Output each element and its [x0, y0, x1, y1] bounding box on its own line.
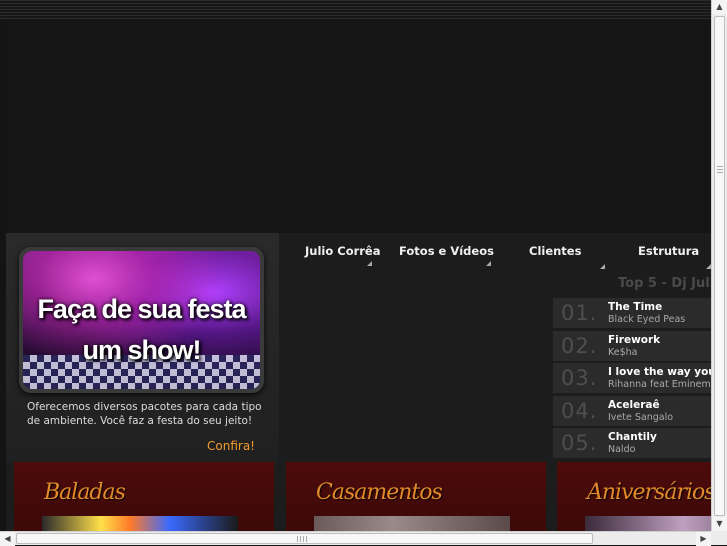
- header-stripes: [0, 0, 711, 20]
- category-baladas[interactable]: Baladas: [14, 462, 274, 531]
- track-artist: Black Eyed Peas: [608, 314, 686, 325]
- main-nav: Julio Corrêa Fotos e Vídeos Clientes Est…: [286, 233, 711, 273]
- category-casamentos[interactable]: Casamentos: [286, 462, 546, 531]
- main-content: Faça de sua festa um show! Oferecemos di…: [6, 233, 711, 531]
- track-artist: Ke$ha: [608, 346, 638, 358]
- nav-arrow-icon: [486, 261, 491, 266]
- track-number: 01.: [561, 301, 598, 325]
- nav-item-clientes[interactable]: Clientes: [529, 244, 581, 258]
- category-thumbnail: [585, 516, 711, 531]
- track-artist: Naldo: [608, 444, 636, 455]
- promo-banner[interactable]: Faça de sua festa um show!: [19, 247, 264, 393]
- track-item[interactable]: 01. The Time Black Eyed Peas: [553, 298, 711, 328]
- track-item[interactable]: 04. Acelerаê Ivete Sangalo: [553, 395, 711, 426]
- track-artist: Rihanna feat Eminem: [608, 379, 711, 390]
- promo-description: Oferecemos diversos pacotes para cada ti…: [27, 401, 262, 427]
- promo-headline: Faça de sua festa um show!: [23, 289, 260, 371]
- scroll-down-icon[interactable]: ▼: [712, 517, 727, 531]
- top5-list: 01. The Time Black Eyed Peas 02. Firewor…: [553, 298, 711, 461]
- track-item[interactable]: 03. I love the way you lie Rihanna feat …: [553, 363, 711, 393]
- nav-item-julio-correa[interactable]: Julio Corrêa: [305, 244, 381, 258]
- track-title: The Time: [608, 301, 663, 313]
- track-title: Firework: [608, 333, 661, 346]
- confira-link[interactable]: Confira!: [207, 439, 255, 453]
- track-item[interactable]: 02. Firework Ke$ha: [553, 330, 711, 361]
- scroll-up-icon[interactable]: ▲: [712, 0, 727, 14]
- category-title: Baladas: [44, 480, 126, 505]
- top5-title: Top 5 - Dj Julio: [618, 276, 711, 291]
- promo-headline-line2: um show!: [82, 335, 202, 365]
- track-item[interactable]: 05. Chantily Naldo: [553, 428, 711, 458]
- track-number: 05.: [561, 431, 598, 455]
- category-title: Aniversários: [587, 480, 711, 505]
- horizontal-scroll-thumb[interactable]: [16, 533, 593, 544]
- nav-arrow-icon: [367, 261, 372, 266]
- category-title: Casamentos: [316, 480, 443, 505]
- track-number: 03.: [561, 366, 598, 390]
- track-title: Acelerаê: [608, 398, 660, 411]
- grip-icon: [297, 536, 307, 542]
- category-thumbnail: [314, 516, 510, 531]
- scroll-right-icon[interactable]: ▶: [696, 532, 711, 546]
- promo-panel: Faça de sua festa um show! Oferecemos di…: [6, 233, 279, 463]
- nav-item-fotos-videos[interactable]: Fotos e Vídeos: [399, 244, 494, 258]
- scrollbar-corner: [711, 531, 727, 545]
- horizontal-scrollbar[interactable]: ◀ ▶: [0, 531, 711, 546]
- track-title: I love the way you lie: [608, 366, 711, 378]
- category-thumbnail: [42, 516, 238, 531]
- scroll-left-icon[interactable]: ◀: [0, 532, 15, 546]
- track-artist: Ivete Sangalo: [608, 411, 674, 423]
- track-number: 02.: [561, 333, 598, 358]
- grip-icon: [717, 165, 723, 173]
- vertical-scroll-thumb[interactable]: [714, 16, 725, 516]
- party-photo: Faça de sua festa um show!: [23, 251, 260, 389]
- track-number: 04.: [561, 398, 598, 423]
- flash-stage: [6, 20, 711, 233]
- track-title: Chantily: [608, 431, 657, 443]
- promo-headline-line1: Faça de sua festa: [37, 294, 246, 324]
- vertical-scrollbar[interactable]: ▲ ▼: [711, 0, 727, 531]
- category-aniversarios[interactable]: Aniversários: [557, 462, 711, 531]
- nav-item-estrutura[interactable]: Estrutura: [638, 244, 699, 258]
- nav-arrow-icon: [600, 264, 605, 269]
